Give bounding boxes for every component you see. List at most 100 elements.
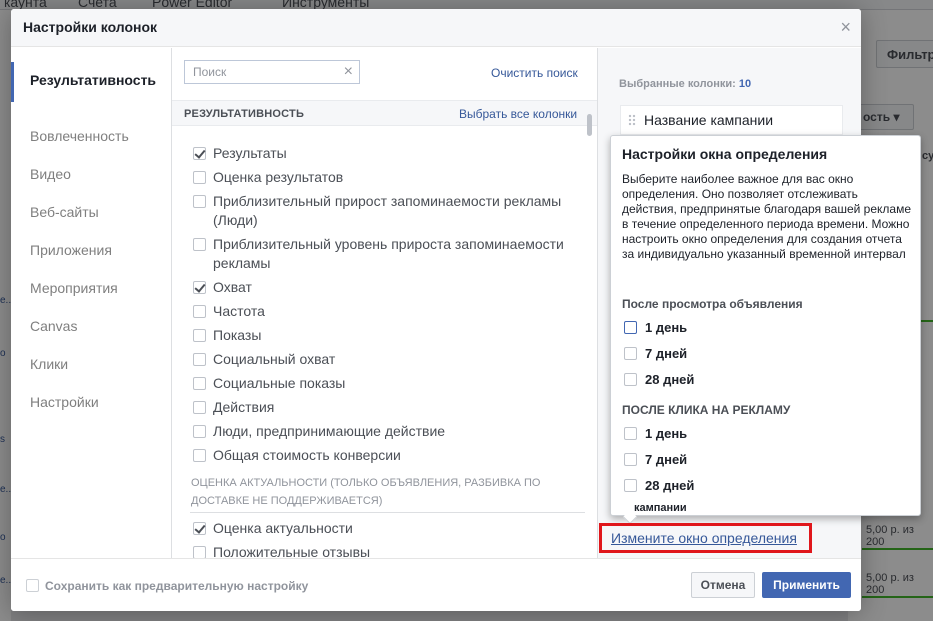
active-indicator bbox=[11, 62, 14, 102]
column-option[interactable]: Оценка результатов bbox=[193, 168, 583, 187]
checkbox[interactable] bbox=[624, 479, 637, 492]
column-option[interactable]: Общая стоимость конверсии bbox=[193, 446, 583, 465]
option-label: Социальный охват bbox=[213, 351, 336, 367]
view-window-option[interactable]: 7 дней bbox=[624, 346, 687, 362]
checkbox[interactable] bbox=[193, 425, 206, 438]
dialog-title: Настройки колонок bbox=[23, 19, 158, 35]
search-input[interactable] bbox=[185, 61, 335, 83]
dialog-header: Настройки колонок × bbox=[11, 9, 861, 47]
sidebar-item-clicks[interactable]: Клики bbox=[30, 355, 160, 373]
option-label: Оценка актуальности bbox=[213, 520, 353, 536]
category-sidebar: Результативность Вовлеченность Видео Веб… bbox=[11, 48, 172, 558]
sidebar-item-engagement[interactable]: Вовлеченность bbox=[30, 127, 160, 145]
checkbox[interactable] bbox=[193, 147, 206, 160]
checkbox[interactable] bbox=[193, 305, 206, 318]
column-option[interactable]: Действия bbox=[193, 398, 583, 417]
apply-button[interactable]: Применить bbox=[762, 572, 851, 598]
search-box: × bbox=[184, 60, 360, 84]
checkbox[interactable] bbox=[193, 449, 206, 462]
dialog-footer: Сохранить как предварительную настройку … bbox=[11, 558, 861, 611]
column-option[interactable]: Оценка актуальности bbox=[193, 519, 583, 538]
checkbox[interactable] bbox=[193, 238, 206, 251]
sidebar-item-canvas[interactable]: Canvas bbox=[30, 317, 160, 335]
option-label: 7 дней bbox=[645, 346, 688, 361]
checkbox[interactable] bbox=[624, 427, 637, 440]
column-option[interactable]: Социальные показы bbox=[193, 374, 583, 393]
view-window-option[interactable]: 28 дней bbox=[624, 372, 694, 388]
option-label: 1 день bbox=[645, 320, 688, 335]
checkbox[interactable] bbox=[193, 353, 206, 366]
save-preset-checkbox[interactable]: Сохранить как предварительную настройку bbox=[26, 579, 308, 593]
sidebar-item-events[interactable]: Мероприятия bbox=[30, 279, 160, 297]
option-label: Охват bbox=[213, 279, 252, 295]
column-option[interactable]: Люди, предпринимающие действие bbox=[193, 422, 583, 441]
click-window-option[interactable]: 1 день bbox=[624, 426, 687, 442]
option-label: Общая стоимость конверсии bbox=[213, 447, 401, 463]
column-options-panel: × Очистить поиск РЕЗУЛЬТАТИВНОСТЬ Выбрат… bbox=[172, 48, 597, 560]
column-option[interactable]: Частота bbox=[193, 302, 583, 321]
option-label: Результаты bbox=[213, 145, 287, 161]
attribution-window-popover: Настройки окна определения Выберите наиб… bbox=[610, 135, 921, 525]
column-option[interactable]: Результаты bbox=[193, 144, 583, 163]
view-window-option[interactable]: 1 день bbox=[624, 320, 687, 336]
option-label: Приблизительный уровень прироста запомин… bbox=[213, 236, 564, 271]
selected-count: 10 bbox=[738, 78, 752, 90]
relevance-section-title: ОЦЕНКА АКТУАЛЬНОСТИ (ТОЛЬКО ОБЪЯВЛЕНИЯ, … bbox=[191, 477, 541, 507]
checkbox[interactable] bbox=[193, 195, 206, 208]
selected-column-item[interactable]: Название кампании bbox=[620, 105, 843, 135]
option-label: Показы bbox=[213, 327, 262, 343]
checkbox[interactable] bbox=[193, 377, 206, 390]
popover-description: Выберите наиболее важное для вас окно оп… bbox=[622, 172, 911, 261]
checkbox[interactable] bbox=[193, 171, 206, 184]
option-label: Действия bbox=[213, 399, 275, 415]
hidden-column-label: кампании bbox=[634, 502, 687, 514]
divider bbox=[190, 512, 585, 513]
checkbox[interactable] bbox=[193, 329, 206, 342]
cancel-button[interactable]: Отмена bbox=[691, 572, 755, 598]
sidebar-item-apps[interactable]: Приложения bbox=[30, 241, 160, 259]
select-all-link[interactable]: Выбрать все колонки bbox=[459, 107, 577, 121]
column-option[interactable]: Приблизительный прирост запоминаемости р… bbox=[193, 192, 583, 230]
checkbox[interactable] bbox=[26, 579, 39, 592]
column-option[interactable]: Охват bbox=[193, 278, 583, 297]
scrollbar-thumb[interactable] bbox=[587, 114, 592, 136]
sidebar-item-video[interactable]: Видео bbox=[30, 165, 160, 183]
option-label: Социальные показы bbox=[213, 375, 346, 391]
after-view-title: После просмотра объявления bbox=[622, 297, 803, 311]
option-label: Люди, предпринимающие действие bbox=[213, 423, 446, 439]
drag-handle-icon[interactable] bbox=[628, 114, 636, 126]
popover-title: Настройки окна определения bbox=[622, 146, 828, 162]
checkbox[interactable] bbox=[193, 522, 206, 535]
selected-column-label: Название кампании bbox=[644, 112, 774, 128]
option-label: Приблизительный прирост запоминаемости р… bbox=[213, 193, 562, 228]
sidebar-item-performance[interactable]: Результативность bbox=[30, 71, 160, 89]
option-label: 28 дней bbox=[645, 372, 695, 387]
checkbox[interactable] bbox=[193, 401, 206, 414]
section-header: РЕЗУЛЬТАТИВНОСТЬ Выбрать все колонки bbox=[172, 100, 597, 126]
checkbox[interactable] bbox=[624, 453, 637, 466]
sidebar-item-settings[interactable]: Настройки bbox=[30, 393, 160, 411]
selected-columns-label: Выбранные колонки: 10 bbox=[619, 78, 752, 90]
click-window-option[interactable]: 7 дней bbox=[624, 452, 687, 468]
clear-search-link[interactable]: Очистить поиск bbox=[491, 66, 578, 80]
section-title: РЕЗУЛЬТАТИВНОСТЬ bbox=[184, 108, 305, 120]
option-label: 1 день bbox=[645, 426, 688, 441]
checkbox[interactable] bbox=[193, 281, 206, 294]
checkbox[interactable] bbox=[624, 347, 637, 360]
option-label: Оценка результатов bbox=[213, 169, 344, 185]
option-label: 7 дней bbox=[645, 452, 688, 467]
close-icon[interactable]: × bbox=[840, 18, 851, 36]
option-label: Частота bbox=[213, 303, 265, 319]
save-preset-label: Сохранить как предварительную настройку bbox=[45, 579, 309, 593]
checkbox[interactable] bbox=[624, 373, 637, 386]
clear-icon[interactable]: × bbox=[344, 63, 353, 81]
column-option[interactable]: Социальный охват bbox=[193, 350, 583, 369]
sidebar-item-websites[interactable]: Веб-сайты bbox=[30, 203, 160, 221]
click-window-option[interactable]: 28 дней bbox=[624, 478, 694, 494]
checkbox[interactable] bbox=[624, 321, 637, 334]
column-option[interactable]: Показы bbox=[193, 326, 583, 345]
after-click-title: ПОСЛЕ КЛИКА НА РЕКЛАМУ bbox=[622, 403, 791, 417]
column-option[interactable]: Приблизительный уровень прироста запомин… bbox=[193, 235, 583, 273]
change-attribution-window-link[interactable]: Измените окно определения bbox=[599, 523, 812, 553]
option-label: 28 дней bbox=[645, 478, 695, 493]
